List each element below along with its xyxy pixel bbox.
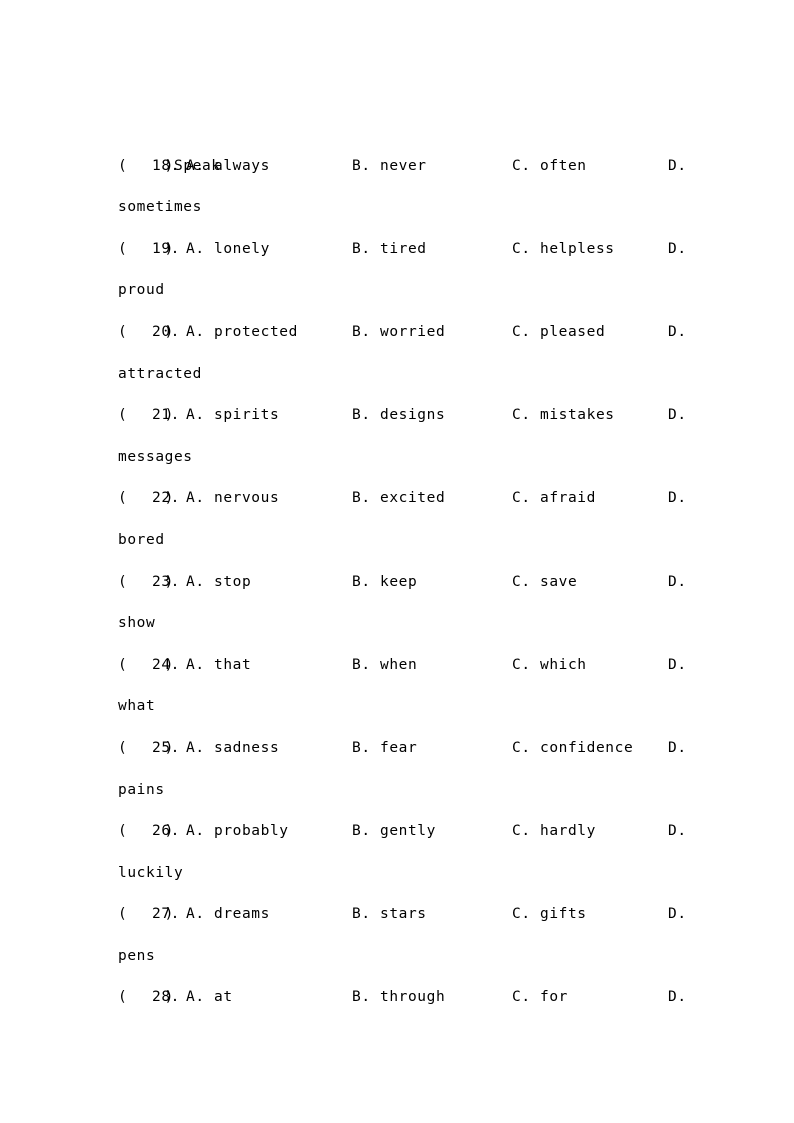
option-b[interactable]: B. stars: [352, 894, 427, 936]
option-d-continuation: bored: [118, 520, 718, 562]
question-number: 23.: [152, 573, 180, 590]
question-row: ( ) 19. A. lonely B. tired C. helpless D.: [118, 229, 718, 271]
document-page: Speak ( ) 18. A. always B. never C. often D. s…: [0, 0, 794, 1123]
option-b[interactable]: B. gently: [352, 811, 436, 853]
option-b[interactable]: B. excited: [352, 478, 445, 520]
question-number: 18.: [152, 157, 180, 174]
question-number: 27.: [152, 906, 180, 923]
option-a[interactable]: A. protected: [186, 312, 298, 354]
option-d-continuation: pains: [118, 770, 718, 812]
option-b[interactable]: B. keep: [352, 562, 417, 604]
option-c[interactable]: C. helpless: [512, 229, 615, 271]
option-a[interactable]: A. probably: [186, 811, 289, 853]
option-c[interactable]: C. pleased: [512, 312, 605, 354]
heading-line: Speak: [118, 104, 718, 174]
question-row: ( ) 22. A. nervous B. excited C. afraid D.: [118, 478, 718, 520]
question-row: ( ) 23. A. stop B. keep C. save D.: [118, 562, 718, 604]
option-b[interactable]: B. fear: [352, 728, 417, 770]
option-d-continuation: attracted: [118, 354, 718, 396]
option-d-continuation: proud: [118, 270, 718, 312]
option-c[interactable]: C. mistakes: [512, 395, 615, 437]
option-d[interactable]: D.: [668, 312, 687, 354]
option-d[interactable]: D.: [668, 894, 687, 936]
question-row: ( ) 24. A. that B. when C. which D.: [118, 645, 718, 687]
question-row: ( ) 27. A. dreams B. stars C. gifts D.: [118, 894, 718, 936]
question-number: 20.: [152, 323, 180, 340]
option-a[interactable]: A. that: [186, 645, 251, 687]
option-d[interactable]: D.: [668, 645, 687, 687]
option-a[interactable]: A. spirits: [186, 395, 279, 437]
question-number: 19.: [152, 240, 180, 257]
option-d-continuation-text[interactable]: show: [118, 615, 155, 631]
option-d[interactable]: D.: [668, 395, 687, 437]
question-number: 24.: [152, 656, 180, 673]
option-a[interactable]: A. always: [186, 146, 270, 188]
option-d-continuation-text[interactable]: messages: [118, 449, 193, 465]
option-a[interactable]: A. sadness: [186, 728, 279, 770]
option-c[interactable]: C. confidence: [512, 728, 633, 770]
option-c[interactable]: C. which: [512, 645, 587, 687]
question-row: ( ) 25. A. sadness B. fear C. confidence D.: [118, 728, 718, 770]
option-a[interactable]: A. lonely: [186, 229, 270, 271]
option-b[interactable]: B. tired: [352, 229, 427, 271]
option-c[interactable]: C. save: [512, 562, 577, 604]
option-d-continuation: sometimes: [118, 187, 718, 229]
option-d-continuation-text[interactable]: luckily: [118, 865, 183, 881]
question-number: 25.: [152, 739, 180, 756]
option-d-continuation: show: [118, 603, 718, 645]
option-d[interactable]: D.: [668, 562, 687, 604]
option-d-continuation-text[interactable]: proud: [118, 282, 165, 298]
option-b[interactable]: B. worried: [352, 312, 445, 354]
question-number: 28.: [152, 989, 180, 1006]
option-c[interactable]: C. afraid: [512, 478, 596, 520]
option-a[interactable]: A. at: [186, 977, 233, 1019]
option-d-continuation-text[interactable]: attracted: [118, 366, 202, 382]
option-d-continuation-text[interactable]: bored: [118, 532, 165, 548]
option-c[interactable]: C. gifts: [512, 894, 587, 936]
question-row: ( ) 26. A. probably B. gently C. hardly D.: [118, 811, 718, 853]
option-b[interactable]: B. designs: [352, 395, 445, 437]
option-b[interactable]: B. never: [352, 146, 427, 188]
option-d-continuation-text[interactable]: sometimes: [118, 199, 202, 215]
option-d[interactable]: D.: [668, 229, 687, 271]
option-c[interactable]: C. hardly: [512, 811, 596, 853]
option-d[interactable]: D.: [668, 977, 687, 1019]
question-row: ( ) 21. A. spirits B. designs C. mistakes D.: [118, 395, 718, 437]
option-a[interactable]: A. nervous: [186, 478, 279, 520]
option-d-continuation-text[interactable]: pens: [118, 948, 155, 964]
option-d-continuation-text[interactable]: what: [118, 698, 155, 714]
option-a[interactable]: A. dreams: [186, 894, 270, 936]
question-row: ( ) 18. A. always B. never C. often D.: [118, 146, 718, 188]
option-c[interactable]: C. for: [512, 977, 568, 1019]
option-d[interactable]: D.: [668, 811, 687, 853]
question-number: 26.: [152, 823, 180, 840]
document-body: Speak ( ) 18. A. always B. never C. often D. s…: [118, 104, 718, 1019]
option-d[interactable]: D.: [668, 728, 687, 770]
option-d-continuation: what: [118, 686, 718, 728]
option-d-continuation-text[interactable]: pains: [118, 782, 165, 798]
question-number: 22.: [152, 490, 180, 507]
option-b[interactable]: B. when: [352, 645, 417, 687]
question-list: ( ) 18. A. always B. never C. often D. sometim…: [118, 146, 718, 1019]
question-row: ( ) 20. A. protected B. worried C. pleased D.: [118, 312, 718, 354]
question-row: ( ) 28. A. at B. through C. for D.: [118, 977, 718, 1019]
option-d-continuation: luckily: [118, 853, 718, 895]
option-c[interactable]: C. often: [512, 146, 587, 188]
option-d[interactable]: D.: [668, 146, 687, 188]
question-number: 21.: [152, 407, 180, 424]
option-b[interactable]: B. through: [352, 977, 445, 1019]
option-d-continuation: messages: [118, 437, 718, 479]
option-d-continuation: pens: [118, 936, 718, 978]
option-a[interactable]: A. stop: [186, 562, 251, 604]
option-d[interactable]: D.: [668, 478, 687, 520]
